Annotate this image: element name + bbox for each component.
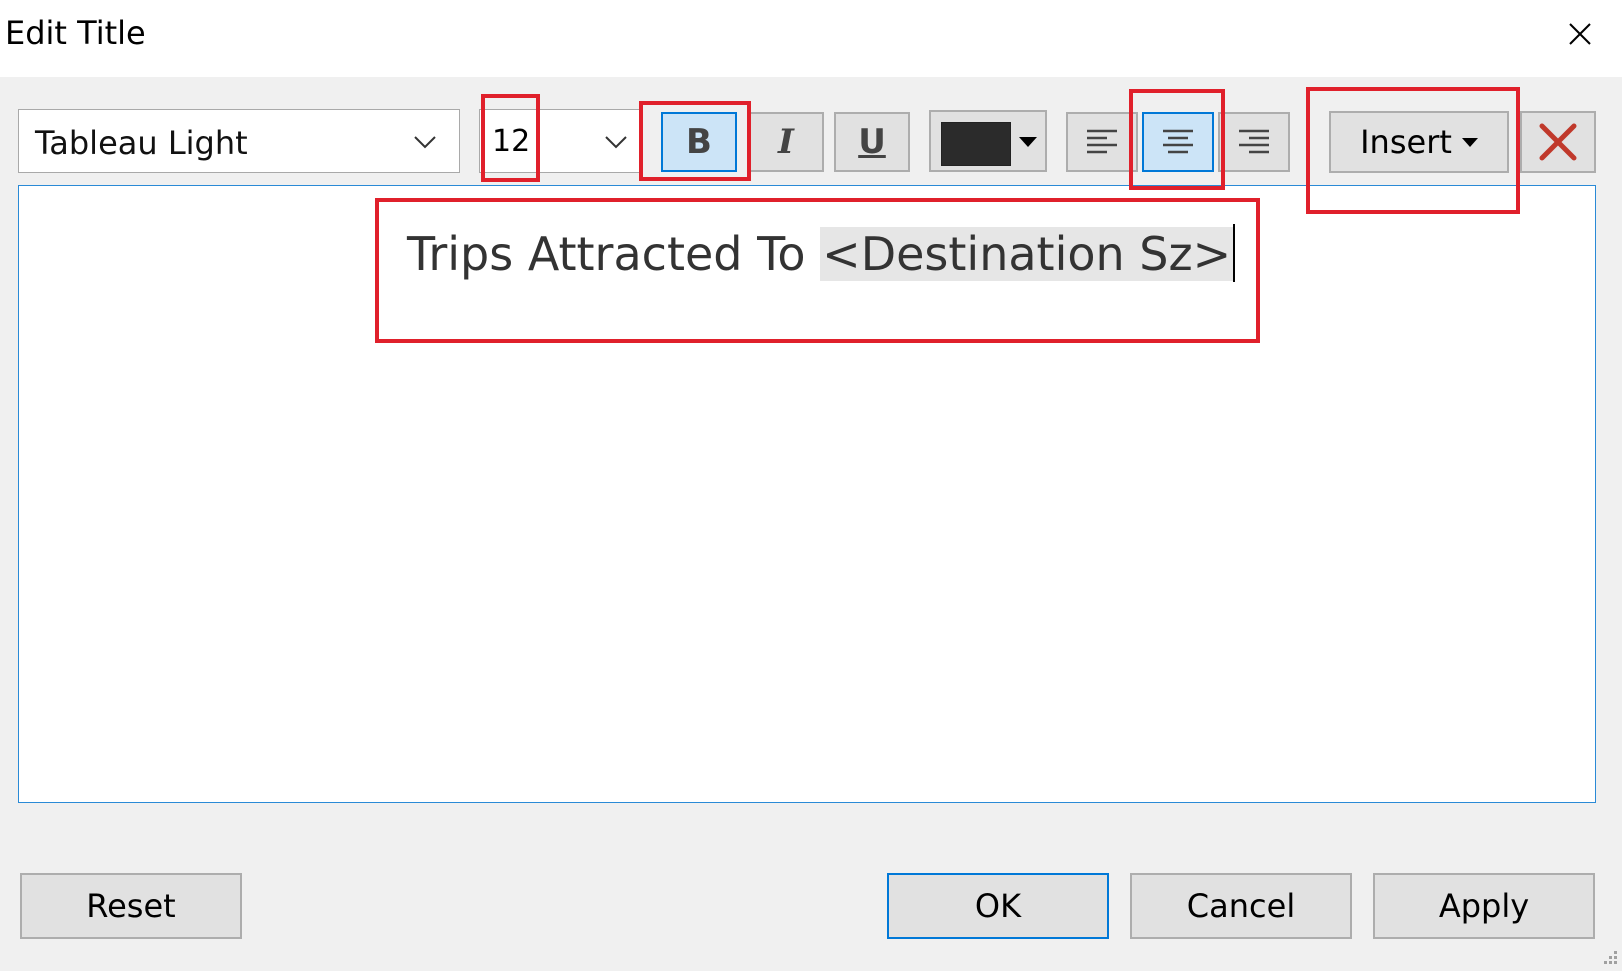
underline-button[interactable]: U [834,112,910,172]
clear-button[interactable] [1520,111,1596,173]
apply-button[interactable]: Apply [1373,873,1595,939]
insert-button[interactable]: Insert [1329,111,1509,173]
title-bar: Edit Title [0,0,1622,77]
ok-button[interactable]: OK [887,873,1109,939]
title-editor[interactable]: Trips Attracted To <Destination Sz> [18,185,1596,803]
red-x-icon [1539,123,1577,161]
text-cursor [1233,224,1236,282]
bold-button[interactable]: B [661,112,737,172]
align-left-icon [1087,129,1117,154]
italic-icon: I [778,122,794,162]
title-static-text: Trips Attracted To [407,227,821,281]
align-center-button[interactable] [1142,112,1214,172]
font-size-dropdown[interactable]: 12 [479,109,639,173]
font-size-value: 12 [492,124,531,159]
font-family-dropdown[interactable]: Tableau Light [18,109,460,173]
chevron-down-icon [605,136,627,149]
insert-label: Insert [1360,123,1452,161]
chevron-down-icon [414,136,436,149]
cancel-button[interactable]: Cancel [1130,873,1352,939]
reset-button[interactable]: Reset [20,873,242,939]
italic-button[interactable]: I [748,112,824,172]
resize-grip-icon[interactable] [1598,947,1620,969]
caret-down-icon [1019,137,1037,147]
title-text-line: Trips Attracted To <Destination Sz> [407,224,1236,282]
color-swatch [941,122,1011,166]
align-left-button[interactable] [1066,112,1138,172]
align-right-button[interactable] [1218,112,1290,172]
close-icon[interactable] [1566,20,1594,48]
font-family-value: Tableau Light [35,124,248,162]
align-center-icon [1163,129,1193,154]
text-color-picker[interactable] [929,110,1047,172]
field-token[interactable]: <Destination Sz> [820,227,1234,281]
dialog-title: Edit Title [5,14,146,52]
underline-icon: U [858,122,886,162]
caret-down-icon [1461,137,1478,147]
align-right-icon [1239,129,1269,154]
bold-icon: B [686,122,712,162]
